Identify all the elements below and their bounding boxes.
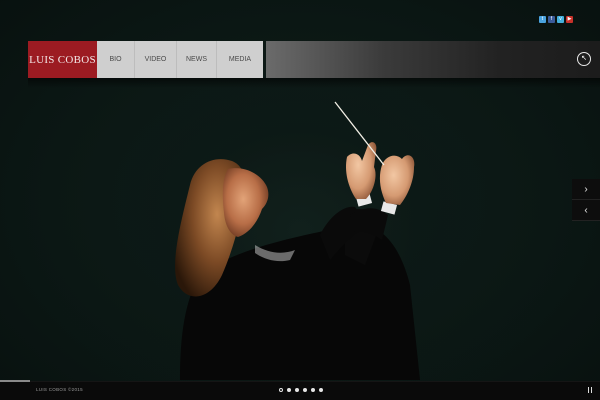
main-nav: LUIS COBOS BIO VIDEO NEWS MEDIA [28, 41, 263, 78]
slide-pagination [279, 388, 323, 392]
slide-dot[interactable] [279, 388, 283, 392]
slide-dot[interactable] [287, 388, 291, 392]
back-arrow-icon[interactable]: ↖ [577, 52, 591, 66]
conductor-photo [175, 101, 420, 380]
nav-label: VIDEO [144, 56, 167, 63]
social-links: t f v ▶ [539, 16, 573, 23]
pause-icon[interactable] [587, 387, 592, 393]
slide-arrows: › ‹ [572, 179, 600, 221]
nav-item-media[interactable]: MEDIA [217, 41, 263, 78]
nav-label: BIO [109, 56, 122, 63]
nav-item-news[interactable]: NEWS [177, 41, 217, 78]
copyright-text: LUIS COBOS ©2015 [36, 387, 83, 392]
nav-gradient-bar [266, 41, 600, 78]
vimeo-icon[interactable]: v [557, 16, 564, 23]
chevron-left-icon[interactable]: ‹ [572, 200, 600, 221]
nav-item-bio[interactable]: BIO [97, 41, 135, 78]
nav-shadow [28, 78, 600, 88]
youtube-icon[interactable]: ▶ [566, 16, 573, 23]
slide-progress-bar [0, 380, 30, 382]
site-logo[interactable]: LUIS COBOS [28, 41, 97, 78]
logo-text: LUIS COBOS [29, 53, 96, 66]
slide-dot[interactable] [295, 388, 299, 392]
footer-bar: LUIS COBOS ©2015 [0, 380, 600, 400]
slide-dot[interactable] [319, 388, 323, 392]
slide-dot[interactable] [303, 388, 307, 392]
nav-item-video[interactable]: VIDEO [135, 41, 177, 78]
slide-dot[interactable] [311, 388, 315, 392]
nav-label: NEWS [186, 56, 207, 63]
twitter-icon[interactable]: t [539, 16, 546, 23]
nav-label: MEDIA [228, 56, 252, 63]
chevron-right-icon[interactable]: › [572, 179, 600, 200]
facebook-icon[interactable]: f [548, 16, 555, 23]
